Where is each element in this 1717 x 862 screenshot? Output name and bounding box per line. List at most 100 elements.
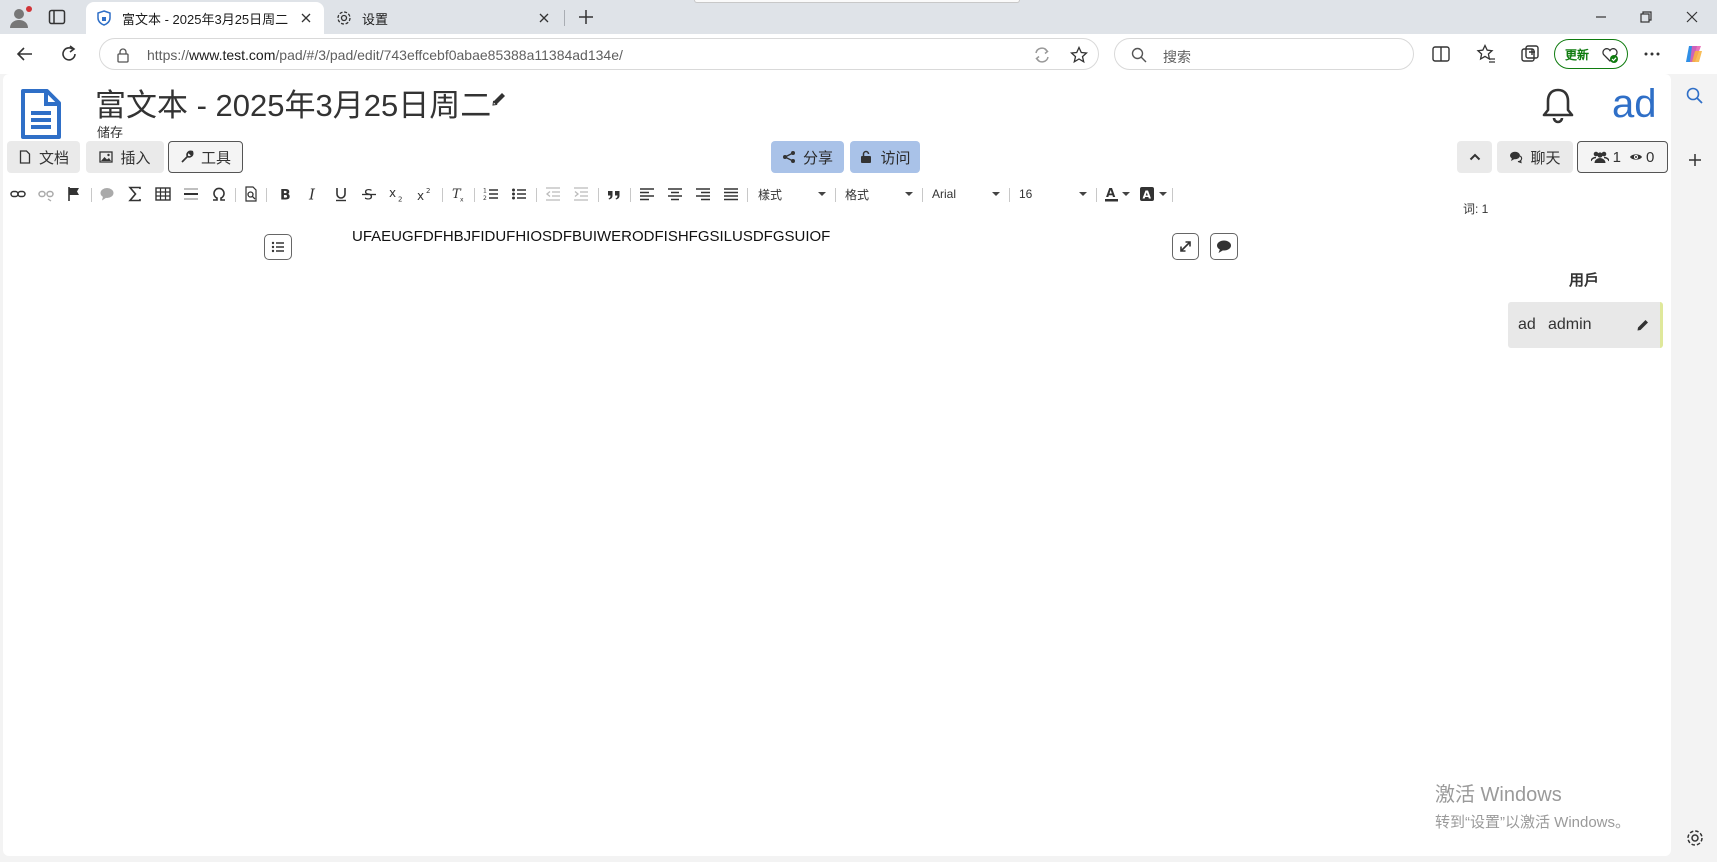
user-name: admin (1548, 316, 1592, 333)
refresh-icon[interactable] (58, 43, 80, 65)
address-bar[interactable]: https://www.test.com/pad/#/3/pad/edit/74… (99, 38, 1099, 70)
access-button[interactable]: 访问 (850, 141, 920, 173)
numbered-list-icon[interactable]: 12 (483, 186, 499, 202)
table-of-contents-button[interactable] (264, 234, 292, 260)
close-tab-icon[interactable] (536, 10, 552, 26)
word-count: 词: 1 (1463, 202, 1489, 216)
caret-down-icon (905, 192, 913, 196)
share-icon (782, 150, 796, 164)
document-body-text[interactable]: UFAEUGFDFHBJFIDUFHIOSDFBUIWERODFISHFGSIL… (352, 228, 830, 245)
comment-icon[interactable] (99, 186, 115, 202)
align-right-icon[interactable] (695, 186, 711, 202)
bell-icon[interactable] (1541, 86, 1575, 124)
horizontal-line-icon[interactable] (183, 186, 199, 202)
toolbar-separator (1096, 188, 1097, 202)
toolbar-separator (1009, 188, 1010, 202)
format-dropdown[interactable]: 格式 (845, 183, 913, 205)
document-logo-icon (19, 88, 63, 140)
outdent-icon[interactable] (545, 186, 561, 202)
special-char-omega-icon[interactable] (211, 186, 227, 202)
align-left-icon[interactable] (639, 186, 655, 202)
style-dropdown-value: 樣式 (758, 187, 783, 202)
tab-actions-icon[interactable] (48, 8, 66, 26)
url-text[interactable]: https://www.test.com/pad/#/3/pad/edit/74… (147, 47, 623, 63)
unlink-icon[interactable] (38, 186, 54, 202)
browser-search-box[interactable]: 搜索 (1114, 38, 1414, 70)
file-menu-label: 文档 (38, 149, 69, 167)
translate-icon[interactable] (1033, 46, 1051, 64)
blockquote-icon[interactable] (606, 186, 622, 202)
favorite-star-icon[interactable] (1070, 46, 1088, 64)
edit-title-pencil-icon[interactable] (490, 90, 508, 108)
share-button[interactable]: 分享 (771, 141, 844, 173)
text-color-dropdown[interactable]: A (1104, 183, 1130, 205)
font-size-dropdown[interactable]: 16 (1019, 183, 1087, 205)
insert-menu-button[interactable]: 插入 (86, 141, 164, 173)
collections-icon[interactable] (1519, 43, 1541, 65)
caret-down-icon (1079, 192, 1087, 196)
user-list-item[interactable]: ad admin (1508, 302, 1663, 348)
svg-text:x: x (417, 189, 424, 202)
favorites-icon[interactable] (1475, 43, 1497, 65)
svg-text:A: A (1143, 189, 1152, 202)
close-tab-icon[interactable] (298, 10, 314, 26)
sidebar-search-icon[interactable] (1685, 86, 1705, 106)
profile-icon[interactable] (8, 6, 32, 30)
style-dropdown[interactable]: 樣式 (758, 183, 826, 205)
file-menu-button[interactable]: 文档 (7, 141, 80, 173)
format-dropdown-value: 格式 (845, 187, 870, 202)
underline-icon[interactable] (333, 186, 349, 202)
lock-icon[interactable] (116, 47, 130, 63)
update-button[interactable]: 更新 (1554, 39, 1628, 69)
bullet-list-icon[interactable] (511, 186, 527, 202)
gear-icon (336, 10, 352, 26)
shield-favicon-icon (96, 10, 112, 26)
restore-icon[interactable] (1635, 6, 1657, 28)
chat-label: 聊天 (1530, 149, 1561, 167)
close-window-icon[interactable] (1681, 6, 1703, 28)
users-icon (1590, 150, 1609, 164)
indent-icon[interactable] (573, 186, 589, 202)
comments-toggle-button[interactable] (1210, 233, 1238, 260)
tab-pad[interactable]: 富文本 - 2025年3月25日周二 (86, 2, 324, 34)
more-menu-icon[interactable] (1641, 43, 1663, 65)
table-icon[interactable] (155, 186, 171, 202)
sidebar-settings-gear-icon[interactable] (1685, 828, 1705, 848)
back-icon[interactable] (14, 43, 36, 65)
unlock-icon (859, 150, 873, 164)
italic-icon[interactable]: I (305, 186, 321, 202)
tab-settings[interactable]: 设置 (326, 2, 562, 34)
anchor-flag-icon[interactable] (66, 186, 82, 202)
browser-tab-strip: 富文本 - 2025年3月25日周二 设置 (0, 0, 1717, 34)
caret-down-icon (1159, 192, 1167, 196)
edit-pencil-icon[interactable] (1636, 318, 1650, 332)
strikethrough-icon[interactable]: S (361, 186, 377, 202)
sidebar-add-icon[interactable] (1685, 150, 1705, 170)
pad-page: 富文本 - 2025年3月25日周二 储存 ad 文档 插入 工具 分享 访问 … (3, 74, 1671, 856)
clear-format-icon[interactable]: Tx (450, 186, 466, 202)
chat-button[interactable]: 聊天 (1497, 141, 1573, 173)
superscript-icon[interactable]: x2 (417, 186, 433, 202)
font-dropdown[interactable]: Arial (932, 183, 1000, 205)
font-dropdown-value: Arial (932, 187, 957, 201)
background-color-dropdown[interactable]: A (1139, 183, 1167, 205)
copilot-icon[interactable] (1683, 43, 1705, 65)
svg-text:2: 2 (426, 187, 430, 195)
sigma-icon[interactable] (127, 186, 143, 202)
new-tab-icon[interactable] (576, 7, 596, 27)
user-counter-button[interactable]: 1 0 (1577, 141, 1668, 173)
tools-menu-button[interactable]: 工具 (168, 141, 243, 173)
minimize-icon[interactable] (1590, 6, 1612, 28)
expand-editor-button[interactable] (1172, 233, 1199, 260)
bold-icon[interactable]: B (277, 186, 293, 203)
collapse-toolbar-button[interactable] (1457, 141, 1492, 173)
insert-menu-label: 插入 (120, 149, 151, 167)
search-placeholder: 搜索 (1163, 49, 1191, 65)
subscript-icon[interactable]: x2 (389, 186, 405, 202)
user-avatar[interactable]: ad (1612, 82, 1657, 127)
split-screen-icon[interactable] (1430, 43, 1452, 65)
preview-icon[interactable] (243, 186, 259, 202)
align-justify-icon[interactable] (723, 186, 739, 202)
link-icon[interactable] (10, 186, 26, 202)
align-center-icon[interactable] (667, 186, 683, 202)
